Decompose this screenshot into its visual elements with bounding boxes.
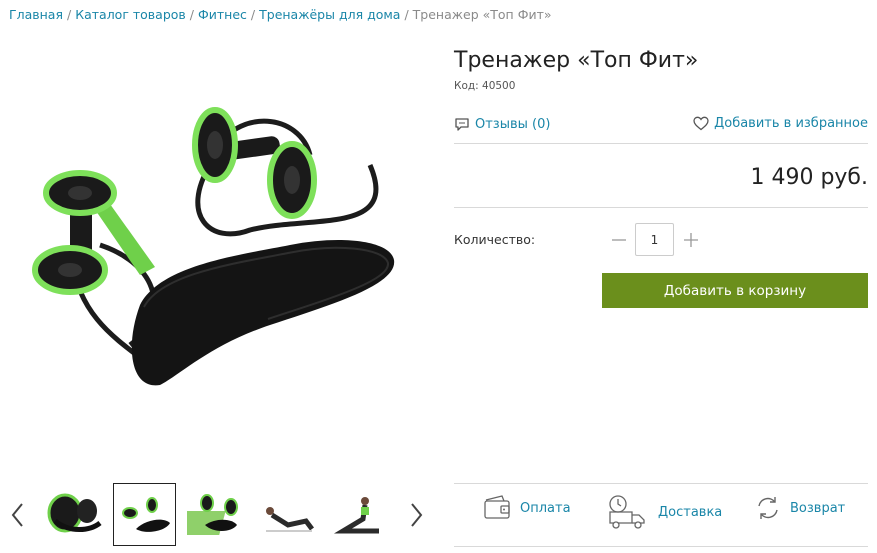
thumbnail-image [47, 493, 102, 532]
return-arrows-icon [758, 497, 778, 519]
gallery-thumbnails [42, 483, 389, 546]
reviews-link[interactable]: Отзывы (0) [454, 116, 550, 132]
delivery-link[interactable]: Доставка [606, 494, 722, 530]
return-link[interactable]: Возврат [754, 494, 845, 522]
breadcrumb-home-trainers[interactable]: Тренажёры для дома [259, 7, 400, 22]
thumbnail-image [121, 496, 170, 532]
divider [454, 207, 868, 208]
add-to-cart-button[interactable]: Добавить в корзину [602, 273, 868, 308]
breadcrumb-separator: / [189, 7, 194, 22]
quantity-increase-button[interactable] [680, 229, 702, 251]
speech-bubble-icon [455, 118, 469, 131]
plus-icon [684, 233, 698, 247]
gallery-next-arrow-icon[interactable] [406, 500, 426, 530]
ab-wheel-trainer-image [32, 107, 395, 386]
breadcrumb-separator: / [250, 7, 256, 22]
breadcrumb-current: Тренажер «Топ Фит» [412, 7, 552, 22]
payment-label: Оплата [520, 500, 571, 516]
service-info: Оплата Доставка Возврат [454, 484, 868, 546]
breadcrumb-home[interactable]: Главная [9, 7, 63, 22]
breadcrumb-separator: / [404, 7, 409, 22]
gallery-prev-arrow-icon[interactable] [8, 500, 28, 530]
thumbnail-image [333, 496, 379, 533]
breadcrumb: Главная / Каталог товаров / Фитнес / Тренажёры… [9, 7, 552, 22]
payment-link[interactable]: Оплата [482, 494, 571, 522]
quantity-input[interactable] [635, 223, 674, 256]
delivery-label: Доставка [658, 504, 723, 520]
add-to-favorites-link[interactable]: Добавить в избранное [693, 116, 868, 131]
minus-icon [612, 239, 626, 241]
thumbnail-4[interactable] [255, 483, 318, 546]
thumbnail-5[interactable] [326, 483, 389, 546]
favorites-label: Добавить в избранное [714, 116, 868, 131]
product-code: Код: 40500 [454, 80, 516, 92]
delivery-truck-icon [609, 495, 645, 529]
return-label: Возврат [790, 500, 846, 516]
product-title: Тренажер «Топ Фит» [454, 48, 699, 73]
thumbnail-2[interactable] [113, 483, 176, 546]
reviews-label: Отзывы (0) [475, 116, 551, 132]
divider [454, 546, 868, 547]
quantity-label: Количество: [454, 232, 536, 247]
breadcrumb-catalog[interactable]: Каталог товаров [75, 7, 186, 22]
thumbnail-image [186, 493, 238, 535]
breadcrumb-fitness[interactable]: Фитнес [198, 7, 247, 22]
product-price: 1 490 руб. [750, 165, 868, 190]
wallet-icon [484, 495, 510, 519]
breadcrumb-separator: / [67, 7, 72, 22]
heart-icon [693, 116, 709, 131]
thumbnail-image [265, 506, 314, 532]
divider [454, 143, 868, 144]
thumbnail-1[interactable] [42, 483, 105, 546]
thumbnail-3[interactable] [184, 483, 247, 546]
quantity-decrease-button[interactable] [608, 229, 630, 251]
product-main-image[interactable] [10, 45, 438, 407]
